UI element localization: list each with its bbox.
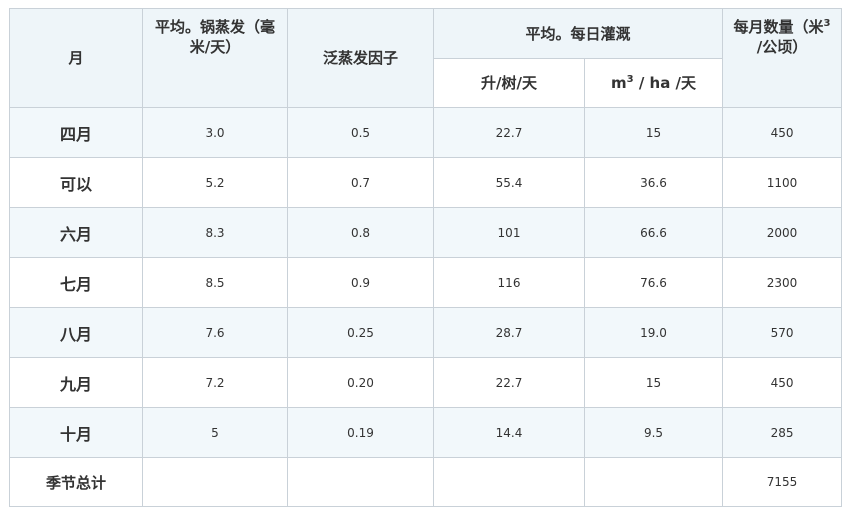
per-tree-cell: 55.4 bbox=[433, 157, 585, 208]
per-tree-cell: 22.7 bbox=[433, 107, 585, 158]
irrigation-table: 月 平均。锅蒸发（毫米/天） 泛蒸发因子 平均。每日灌溉 每月数量（米3/公顷）… bbox=[9, 8, 843, 507]
table-row: 九月 7.2 0.20 22.7 15 450 bbox=[9, 357, 843, 408]
per-ha-cell: 19.0 bbox=[583, 307, 724, 358]
table-row: 十月 5 0.19 14.4 9.5 285 bbox=[9, 407, 843, 458]
monthly-cell: 570 bbox=[722, 307, 843, 358]
factor-cell: 0.9 bbox=[287, 257, 434, 308]
header-avg-daily-irrigation: 平均。每日灌溉 bbox=[432, 8, 724, 59]
empty-cell bbox=[583, 457, 724, 507]
per-tree-cell: 101 bbox=[433, 207, 585, 258]
monthly-cell: 2000 bbox=[722, 207, 843, 258]
per-tree-cell: 116 bbox=[433, 257, 585, 308]
table-row: 可以 5.2 0.7 55.4 36.6 1100 bbox=[9, 157, 843, 208]
table-row: 七月 8.5 0.9 116 76.6 2300 bbox=[9, 257, 843, 308]
monthly-cell: 285 bbox=[722, 407, 843, 458]
per-ha-cell: 66.6 bbox=[583, 207, 724, 258]
table-row: 六月 8.3 0.8 101 66.6 2000 bbox=[9, 207, 843, 258]
pan-evap-cell: 7.2 bbox=[142, 357, 288, 408]
factor-cell: 0.25 bbox=[287, 307, 434, 358]
month-cell: 七月 bbox=[9, 257, 143, 308]
monthly-cell: 450 bbox=[722, 107, 843, 158]
per-ha-suffix: / ha /天 bbox=[638, 74, 697, 92]
month-cell: 四月 bbox=[9, 107, 143, 158]
per-ha-cell: 15 bbox=[583, 357, 724, 408]
header-month: 月 bbox=[9, 8, 143, 108]
pan-evap-cell: 8.5 bbox=[142, 257, 288, 308]
monthly-amount-label: 每月数量（米 bbox=[733, 18, 824, 36]
total-label: 季节总计 bbox=[9, 457, 143, 507]
table-row: 四月 3.0 0.5 22.7 15 450 bbox=[9, 107, 843, 158]
per-ha-cell: 9.5 bbox=[583, 407, 724, 458]
per-ha-cell: 76.6 bbox=[583, 257, 724, 308]
total-row: 季节总计 7155 bbox=[9, 457, 843, 507]
empty-cell bbox=[142, 457, 288, 507]
pan-evap-cell: 3.0 bbox=[142, 107, 288, 158]
header-per-tree: 升/树/天 bbox=[433, 58, 585, 108]
month-cell: 九月 bbox=[9, 357, 143, 408]
total-monthly-cell: 7155 bbox=[722, 457, 843, 507]
header-avg-pan-evaporation: 平均。锅蒸发（毫米/天） bbox=[142, 8, 288, 108]
pan-evap-cell: 5 bbox=[142, 407, 288, 458]
header-pan-factor: 泛蒸发因子 bbox=[287, 8, 434, 108]
month-cell: 可以 bbox=[9, 157, 143, 208]
monthly-cell: 450 bbox=[722, 357, 843, 408]
per-tree-cell: 28.7 bbox=[433, 307, 585, 358]
per-tree-cell: 22.7 bbox=[433, 357, 585, 408]
empty-cell bbox=[287, 457, 434, 507]
month-cell: 六月 bbox=[9, 207, 143, 258]
per-ha-prefix: m bbox=[610, 74, 627, 92]
header-monthly-amount: 每月数量（米3/公顷） bbox=[722, 8, 843, 108]
per-tree-cell: 14.4 bbox=[433, 407, 585, 458]
month-cell: 八月 bbox=[9, 307, 143, 358]
factor-cell: 0.20 bbox=[287, 357, 434, 408]
monthly-amount-superscript: 3 bbox=[823, 18, 831, 29]
factor-cell: 0.8 bbox=[287, 207, 434, 258]
pan-evap-cell: 5.2 bbox=[142, 157, 288, 208]
monthly-cell: 2300 bbox=[722, 257, 843, 308]
per-ha-cell: 36.6 bbox=[583, 157, 724, 208]
per-ha-cell: 15 bbox=[583, 107, 724, 158]
per-ha-superscript: 3 bbox=[626, 74, 634, 85]
factor-cell: 0.19 bbox=[287, 407, 434, 458]
pan-evap-cell: 7.6 bbox=[142, 307, 288, 358]
monthly-amount-unit: /公顷） bbox=[756, 38, 808, 56]
table-row: 八月 7.6 0.25 28.7 19.0 570 bbox=[9, 307, 843, 358]
pan-evap-cell: 8.3 bbox=[142, 207, 288, 258]
empty-cell bbox=[433, 457, 585, 507]
factor-cell: 0.7 bbox=[287, 157, 434, 208]
monthly-cell: 1100 bbox=[722, 157, 843, 208]
header-per-hectare: m3 / ha /天 bbox=[583, 58, 724, 108]
factor-cell: 0.5 bbox=[287, 107, 434, 158]
month-cell: 十月 bbox=[9, 407, 143, 458]
